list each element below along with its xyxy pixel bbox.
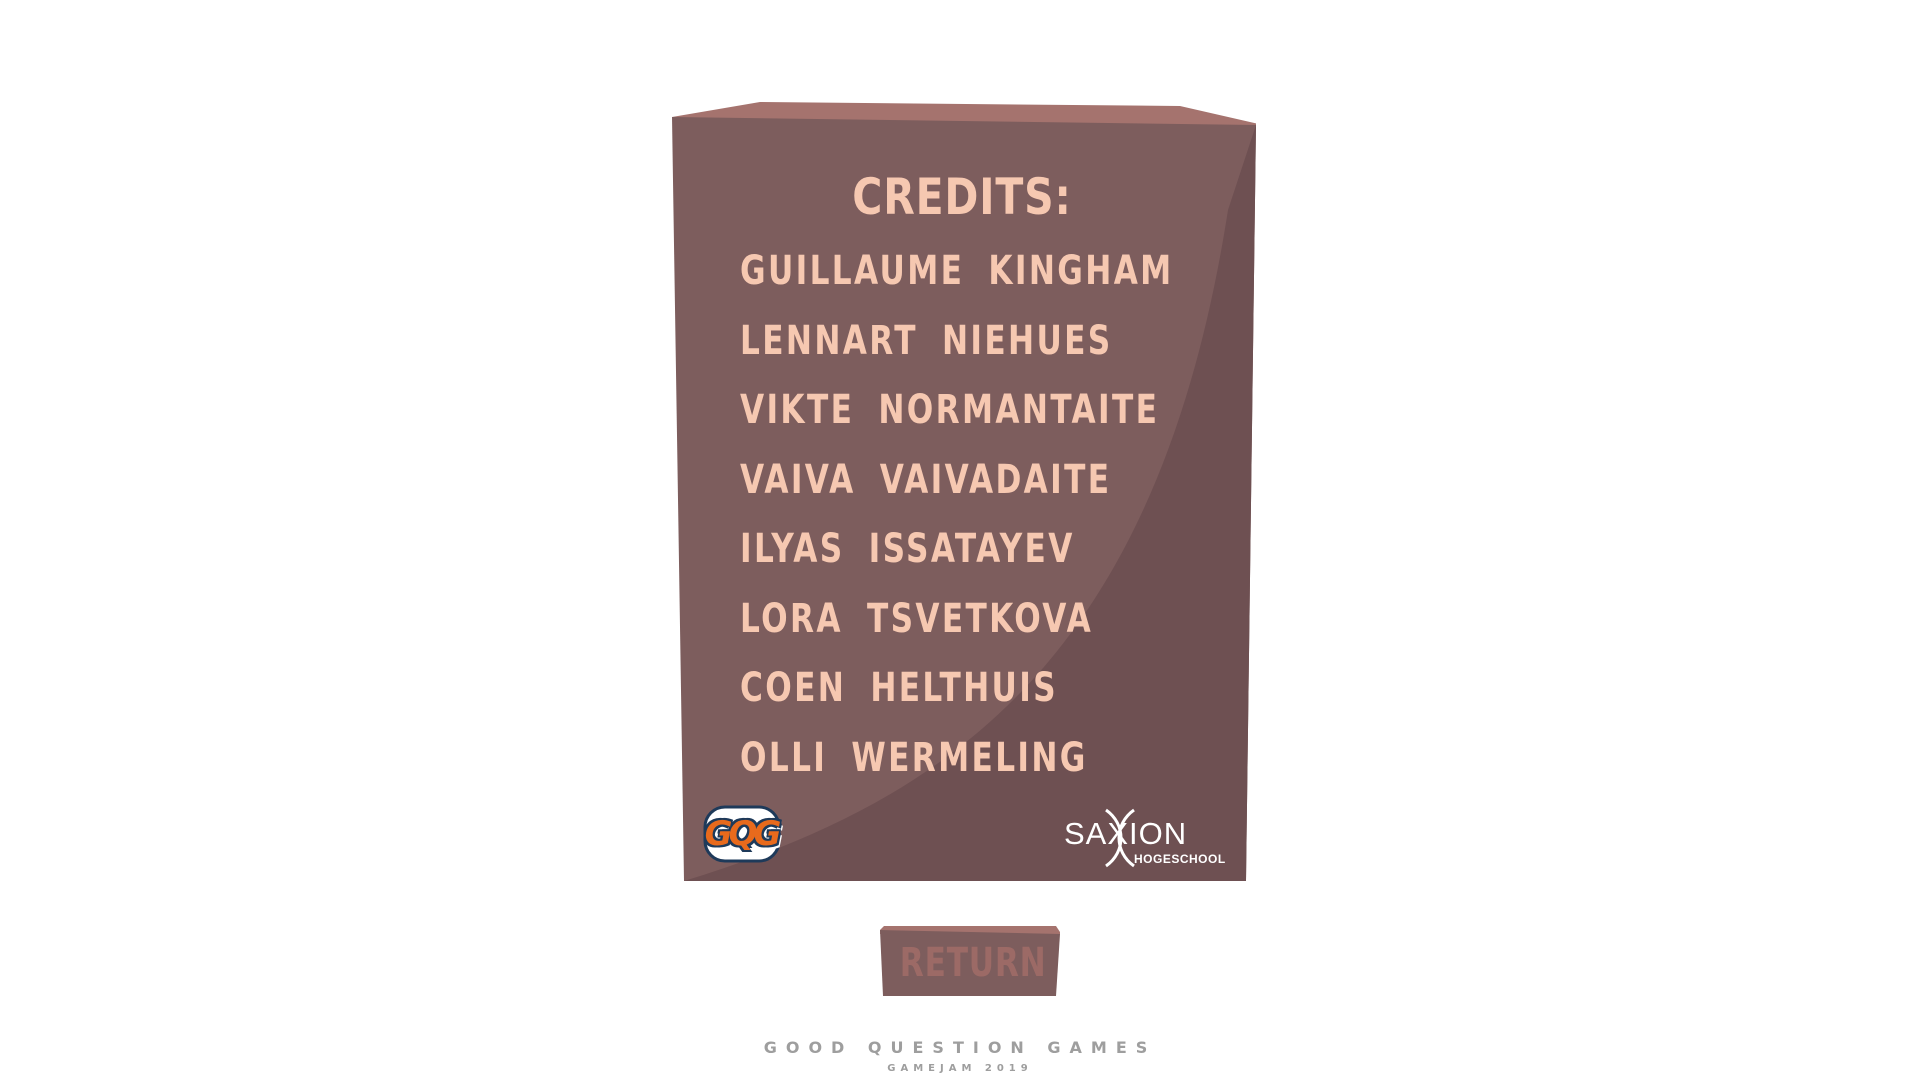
footer-brand: GOOD QUESTION GAMES: [763, 1038, 1157, 1057]
gqg-logo-text: GQG: [704, 814, 782, 854]
saxion-logo-subtitle: HOGESCHOOL: [1134, 852, 1226, 866]
footer-subtitle: GAMEJAM 2019: [887, 1063, 1033, 1074]
gqg-logo: GQG: [702, 803, 782, 865]
credit-name: LORA TSVETKOVA: [740, 595, 1094, 642]
credit-name: VIKTE NORMANTAITE: [740, 387, 1160, 433]
credits-panel: CREDITS: GUILLAUME KINGHAM LENNART NIEHU…: [668, 100, 1256, 882]
credit-name: ILYAS ISSATAYEV: [740, 526, 1075, 572]
credit-name: OLLI WERMELING: [740, 734, 1088, 781]
return-button-label: RETURN: [899, 940, 1047, 986]
return-button[interactable]: RETURN: [880, 926, 1060, 996]
credit-name: GUILLAUME KINGHAM: [740, 248, 1174, 294]
credit-name: LENNART NIEHUES: [740, 317, 1113, 364]
credit-name: COEN HELTHUIS: [740, 665, 1058, 711]
saxion-logo: SAXION HOGESCHOOL: [1064, 808, 1226, 870]
credit-name: VAIVA VAIVADAITE: [740, 456, 1112, 503]
credits-names-list: GUILLAUME KINGHAM LENNART NIEHUES VIKTE …: [740, 248, 1296, 804]
credits-screen: CREDITS: GUILLAUME KINGHAM LENNART NIEHU…: [0, 0, 1920, 1080]
credits-title: CREDITS:: [852, 168, 1072, 226]
